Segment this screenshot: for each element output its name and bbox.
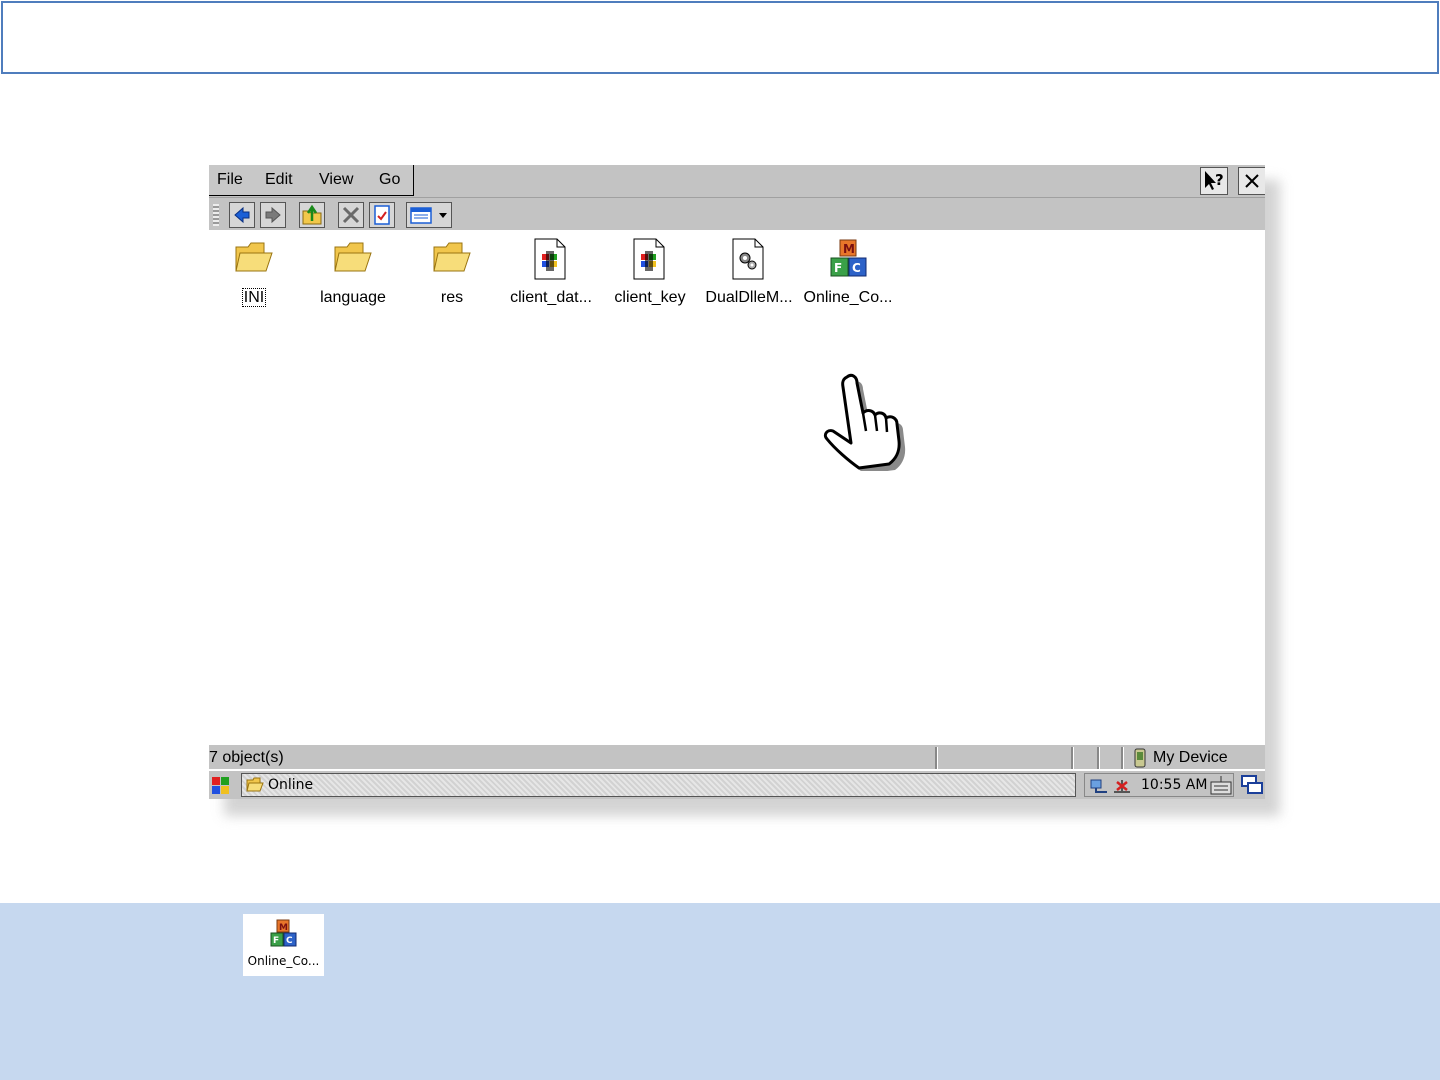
windows-document-icon (534, 238, 566, 280)
object-count: 7 object(s) (209, 749, 284, 766)
gear-document-icon (732, 238, 764, 280)
highlighted-app-icon: MFC Online_Co... (243, 914, 324, 976)
clock[interactable]: 10:55 AM (1141, 777, 1207, 793)
menu-go[interactable]: Go (379, 171, 400, 189)
status-separator (1071, 747, 1074, 769)
desktop-windows-icon[interactable] (1240, 774, 1264, 796)
svg-text:C: C (852, 261, 861, 275)
status-bar: 7 object(s) My Device (209, 743, 1265, 769)
help-button[interactable]: ? (1200, 167, 1228, 195)
file-name: DualDlleM... (705, 289, 793, 306)
status-separator (935, 747, 938, 769)
start-icon[interactable] (209, 775, 233, 797)
file-name: INI (241, 288, 267, 307)
svg-text:?: ? (1215, 171, 1224, 189)
close-button[interactable] (1238, 167, 1265, 195)
properties-icon (374, 205, 390, 225)
delete-button[interactable] (338, 202, 364, 228)
menu-file[interactable]: File (217, 171, 243, 189)
explorer-window: File Edit View Go ? INI language res cli… (209, 165, 1265, 799)
folder-icon (235, 242, 273, 272)
back-button[interactable] (229, 202, 255, 228)
svg-text:C: C (286, 936, 293, 946)
taskbar: Online 10:55 AM (209, 770, 1265, 799)
mfc-blocks-icon: MF C (830, 239, 867, 277)
close-icon (1245, 174, 1259, 188)
up-folder-button[interactable] (299, 202, 325, 228)
status-separator (1097, 747, 1100, 769)
menu-edit[interactable]: Edit (265, 171, 293, 189)
file-name: language (320, 289, 386, 306)
file-name: client_key (614, 289, 686, 306)
folder-icon (246, 777, 264, 792)
menu-group: File Edit View Go (209, 165, 414, 196)
svg-text:F: F (273, 936, 279, 946)
pointing-hand-icon (823, 373, 906, 471)
instruction-frame (1, 1, 1439, 74)
taskbar-window-label: Online (268, 777, 314, 793)
taskbar-window-online[interactable]: Online (241, 773, 1076, 797)
status-separator (1121, 747, 1124, 769)
folder-icon (433, 242, 471, 272)
delete-x-icon (342, 206, 360, 224)
toolbar-grip[interactable] (213, 204, 219, 226)
view-list-icon (410, 207, 447, 224)
menu-view[interactable]: View (319, 171, 353, 189)
svg-text:M: M (843, 242, 855, 256)
view-mode-dropdown[interactable] (406, 202, 452, 228)
instruction-panel (0, 903, 1440, 1080)
device-name: My Device (1153, 749, 1228, 766)
folder-icon (334, 242, 372, 272)
file-list-pane: INI language res client_dat... client_ke… (209, 231, 1265, 743)
menu-bar: File Edit View Go ? (209, 165, 1265, 198)
network-icon[interactable] (1089, 776, 1111, 796)
device-icon (1134, 748, 1146, 768)
file-name: Online_Co... (803, 289, 893, 306)
back-arrow-icon (234, 206, 250, 224)
svg-text:F: F (834, 261, 842, 275)
help-pointer-icon: ? (1205, 171, 1224, 190)
toolbar (209, 198, 1265, 230)
mfc-blocks-icon: MF C (270, 919, 297, 947)
up-folder-icon (302, 204, 322, 225)
highlighted-app-label: Online_Co... (247, 954, 320, 968)
forward-button[interactable] (260, 202, 286, 228)
windows-document-icon (633, 238, 665, 280)
properties-button[interactable] (369, 202, 395, 228)
forward-arrow-icon (265, 206, 281, 224)
file-name: res (440, 289, 464, 306)
svg-text:M: M (279, 923, 288, 933)
network-disconnected-icon[interactable] (1111, 776, 1133, 796)
file-name: client_dat... (510, 289, 592, 306)
keyboard-icon[interactable] (1209, 774, 1233, 796)
